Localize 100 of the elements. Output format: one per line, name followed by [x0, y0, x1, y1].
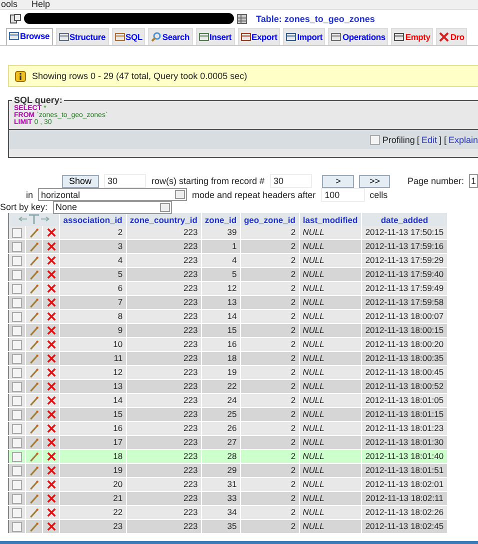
profiling-checkbox[interactable] — [370, 134, 380, 144]
next-button[interactable]: > — [322, 174, 354, 188]
pencil-icon[interactable] — [29, 494, 39, 504]
delete-icon[interactable] — [46, 326, 56, 335]
delete-icon[interactable] — [46, 242, 56, 251]
column-header[interactable]: zone_country_id — [126, 213, 202, 226]
delete-icon[interactable] — [46, 382, 56, 391]
delete-icon[interactable] — [46, 284, 56, 293]
pencil-icon[interactable] — [29, 242, 39, 252]
tab[interactable]: Export — [238, 28, 280, 45]
table-row[interactable]: 19 223 29 2 NULL 2012-11-13 18:01:51 — [8, 464, 448, 478]
pencil-icon[interactable] — [29, 424, 39, 434]
column-header[interactable]: zone_id — [201, 213, 240, 226]
delete-icon[interactable] — [46, 438, 56, 447]
repeat-headers-input[interactable]: 100 — [320, 188, 365, 202]
pencil-icon[interactable] — [29, 354, 39, 364]
table-row[interactable]: 15 223 25 2 NULL 2012-11-13 18:01:15 — [8, 408, 448, 422]
menu-item[interactable]: Help — [32, 0, 50, 9]
table-row[interactable]: 3 223 1 2 NULL 2012-11-13 17:59:16 — [8, 240, 448, 254]
table-title[interactable]: Table: zones_to_geo_zones — [256, 14, 375, 24]
delete-icon[interactable] — [46, 424, 56, 433]
pencil-icon[interactable] — [29, 508, 39, 518]
pencil-icon[interactable] — [29, 326, 39, 336]
delete-icon[interactable] — [46, 480, 56, 489]
pencil-icon[interactable] — [29, 396, 39, 406]
tab[interactable]: Search — [148, 28, 193, 45]
column-header[interactable]: date_added — [361, 213, 448, 226]
last-button[interactable]: >> — [358, 174, 390, 188]
sort-select[interactable]: None — [52, 200, 172, 214]
delete-icon[interactable] — [46, 298, 56, 307]
table-row[interactable]: 5 223 5 2 NULL 2012-11-13 17:59:40 — [8, 268, 448, 282]
delete-icon[interactable] — [46, 452, 56, 461]
pencil-icon[interactable] — [29, 480, 39, 490]
row-checkbox[interactable] — [12, 340, 22, 350]
tab[interactable]: Import — [283, 28, 326, 45]
row-checkbox[interactable] — [12, 354, 22, 364]
pencil-icon[interactable] — [29, 270, 39, 280]
delete-icon[interactable] — [46, 270, 56, 279]
pencil-icon[interactable] — [29, 340, 39, 350]
row-checkbox[interactable] — [12, 270, 22, 280]
delete-icon[interactable] — [46, 522, 56, 531]
table-row[interactable]: 4 223 4 2 NULL 2012-11-13 17:59:29 — [8, 254, 448, 268]
row-checkbox[interactable] — [12, 438, 22, 448]
delete-icon[interactable] — [46, 396, 56, 405]
pencil-icon[interactable] — [29, 522, 39, 532]
row-checkbox[interactable] — [12, 396, 22, 406]
table-row[interactable]: 9 223 15 2 NULL 2012-11-13 18:00:15 — [8, 324, 448, 338]
delete-icon[interactable] — [46, 354, 56, 363]
row-checkbox[interactable] — [12, 312, 22, 322]
column-header[interactable]: geo_zone_id — [240, 213, 300, 226]
table-row[interactable]: 2 223 39 2 NULL 2012-11-13 17:50:15 — [8, 226, 448, 240]
tab[interactable]: Structure — [56, 28, 109, 45]
menu-item[interactable]: ools — [1, 0, 18, 9]
delete-icon[interactable] — [46, 312, 56, 321]
table-row[interactable]: 21 223 33 2 NULL 2012-11-13 18:02:11 — [8, 492, 448, 506]
pencil-icon[interactable] — [29, 452, 39, 462]
table-row[interactable]: 7 223 13 2 NULL 2012-11-13 17:59:58 — [8, 296, 448, 310]
row-checkbox[interactable] — [12, 326, 22, 336]
row-checkbox[interactable] — [12, 228, 22, 238]
start-input[interactable]: 30 — [270, 174, 312, 188]
delete-icon[interactable] — [46, 508, 56, 517]
table-row[interactable]: 17 223 27 2 NULL 2012-11-13 18:01:30 — [8, 436, 448, 450]
pencil-icon[interactable] — [29, 382, 39, 392]
show-button[interactable]: Show — [62, 174, 99, 188]
table-row[interactable]: 13 223 22 2 NULL 2012-11-13 18:00:52 — [8, 380, 448, 394]
pencil-icon[interactable] — [29, 228, 39, 238]
tab[interactable]: Browse — [6, 28, 53, 45]
pencil-icon[interactable] — [29, 284, 39, 294]
pencil-icon[interactable] — [29, 298, 39, 308]
pencil-icon[interactable] — [29, 312, 39, 322]
pencil-icon[interactable] — [29, 410, 39, 420]
table-row[interactable]: 6 223 12 2 NULL 2012-11-13 17:59:49 — [8, 282, 448, 296]
page-number-input[interactable]: 1 — [469, 174, 478, 188]
row-checkbox[interactable] — [12, 452, 22, 462]
delete-icon[interactable] — [46, 466, 56, 475]
row-checkbox[interactable] — [12, 284, 22, 294]
row-checkbox[interactable] — [12, 508, 22, 518]
delete-icon[interactable] — [46, 494, 56, 503]
link[interactable]: Explain — [448, 134, 478, 144]
row-checkbox[interactable] — [12, 424, 22, 434]
table-row[interactable]: 11 223 18 2 NULL 2012-11-13 18:00:35 — [8, 352, 448, 366]
table-row[interactable]: 18 223 28 2 NULL 2012-11-13 18:01:40 — [8, 450, 448, 464]
delete-icon[interactable] — [46, 368, 56, 377]
row-checkbox[interactable] — [12, 522, 22, 532]
row-checkbox[interactable] — [12, 480, 22, 490]
rows-input[interactable]: 30 — [104, 174, 146, 188]
table-row[interactable]: 12 223 19 2 NULL 2012-11-13 18:00:45 — [8, 366, 448, 380]
table-row[interactable]: 14 223 24 2 NULL 2012-11-13 18:01:05 — [8, 394, 448, 408]
pencil-icon[interactable] — [29, 256, 39, 266]
table-row[interactable]: 23 223 35 2 NULL 2012-11-13 18:02:45 — [8, 520, 448, 534]
tab[interactable]: Insert — [196, 28, 234, 45]
table-row[interactable]: 22 223 34 2 NULL 2012-11-13 18:02:26 — [8, 506, 448, 520]
column-header[interactable]: last_modified — [299, 213, 362, 226]
tab[interactable]: SQL — [112, 28, 146, 45]
table-row[interactable]: 20 223 31 2 NULL 2012-11-13 18:02:01 — [8, 478, 448, 492]
table-row[interactable]: 10 223 16 2 NULL 2012-11-13 18:00:20 — [8, 338, 448, 352]
pencil-icon[interactable] — [29, 438, 39, 448]
row-checkbox[interactable] — [12, 466, 22, 476]
delete-icon[interactable] — [46, 410, 56, 419]
row-checkbox[interactable] — [12, 368, 22, 378]
